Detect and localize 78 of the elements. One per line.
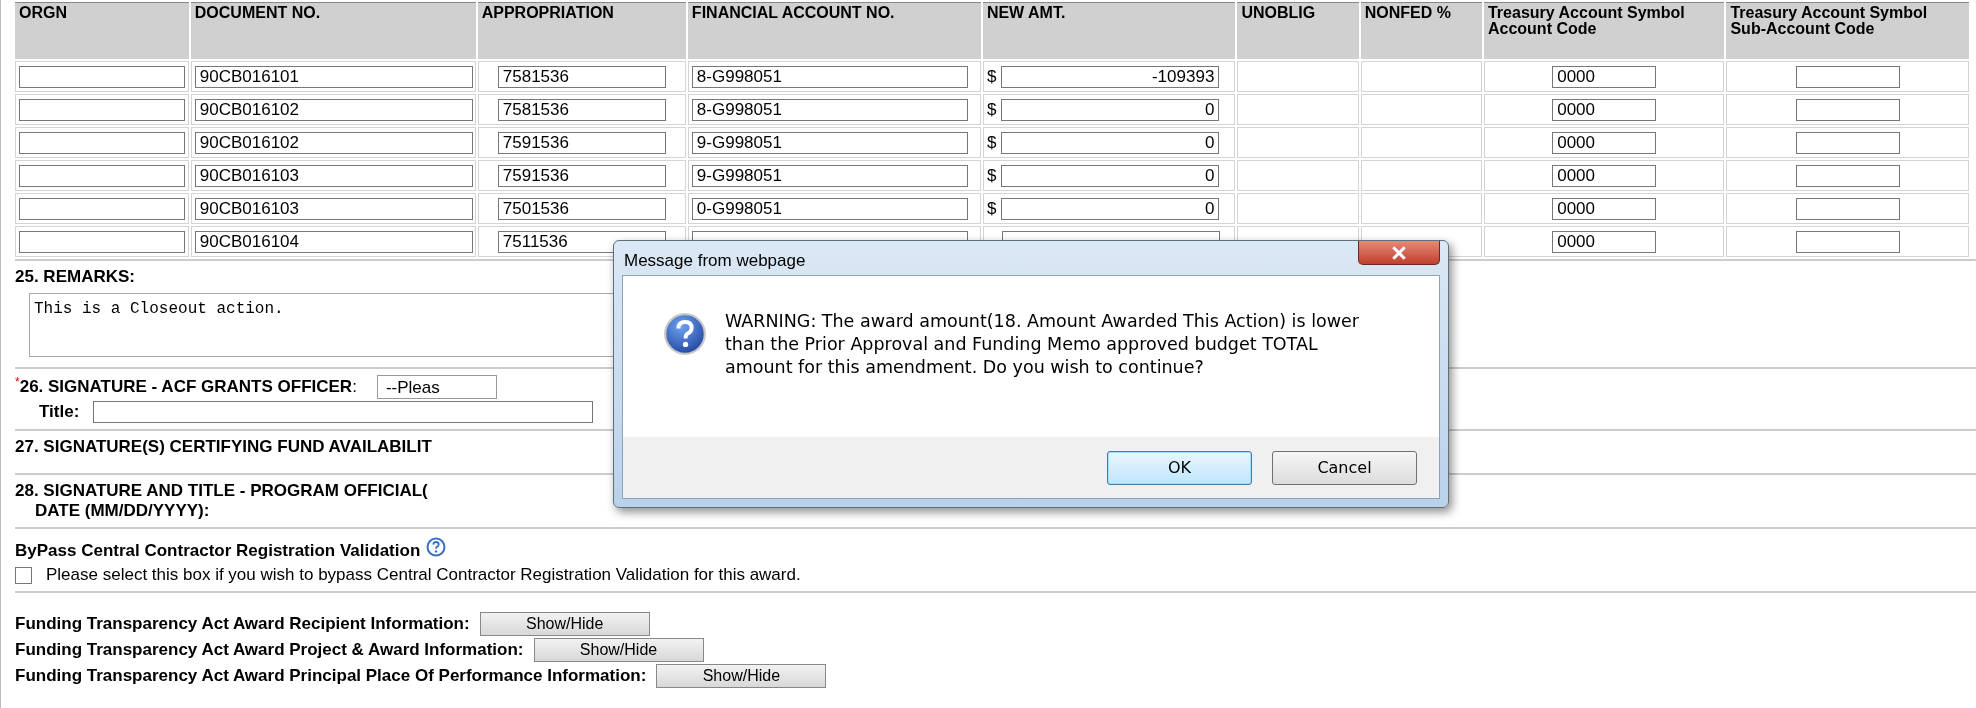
input-field[interactable]: 0000: [1552, 98, 1657, 121]
section-label: 25. REMARKS:: [15, 267, 136, 287]
input-field[interactable]: 90CB016102: [194, 131, 473, 154]
input-field[interactable]: 0: [1001, 197, 1220, 220]
input-field[interactable]: 0: [1001, 98, 1220, 121]
field-label: DATE (MM/DD/YYYY):: [34, 501, 211, 521]
currency-sign: $: [986, 198, 997, 219]
required-mark: *: [15, 375, 20, 389]
input-field[interactable]: 8-G998051: [691, 65, 968, 88]
section-label: Funding Transparency Act Award Principal Place Of Performance Information:: [15, 666, 647, 686]
column-header: Treasury Account Symbol Account Code: [1483, 2, 1725, 59]
section-label: ByPass Central Contractor Registration Validation: [15, 541, 421, 561]
input-field[interactable]: 0: [1001, 164, 1220, 187]
input-field[interactable]: 0-G998051: [691, 197, 968, 220]
section-label: 28. SIGNATURE AND TITLE - PROGRAM OFFICIAL(: [15, 481, 429, 501]
input-field[interactable]: 0000: [1552, 65, 1657, 88]
ok-button[interactable]: OK: [1107, 450, 1252, 485]
input-field[interactable]: 7581536: [497, 98, 666, 121]
officer-select[interactable]: --Pleas: [376, 375, 497, 399]
column-header: DOCUMENT NO.: [190, 2, 476, 59]
input-field[interactable]: [1795, 230, 1900, 253]
cancel-button[interactable]: Cancel: [1272, 450, 1417, 485]
checkbox-label: Please select this box if you wish to bypass Central Contractor Registration Validation for this award.: [46, 565, 801, 585]
section-label: 27. SIGNATURE(S) CERTIFYING FUND AVAILABILIT: [15, 437, 433, 457]
input-field[interactable]: 90CB016103: [194, 164, 473, 187]
input-field[interactable]: [19, 98, 185, 121]
show-hide-button[interactable]: Show/Hide: [479, 612, 650, 636]
input-field[interactable]: [1795, 164, 1900, 187]
currency-sign: $: [986, 99, 997, 120]
input-field[interactable]: 90CB016103: [194, 197, 473, 220]
column-header: NONFED %: [1360, 2, 1482, 59]
show-hide-button[interactable]: Show/Hide: [533, 638, 704, 662]
input-field[interactable]: 9-G998051: [691, 164, 968, 187]
section-label: Funding Transparency Act Award Recipient Information:: [15, 614, 470, 634]
column-header: APPROPRIATION: [477, 2, 686, 59]
column-header: FINANCIAL ACCOUNT NO.: [687, 2, 981, 59]
input-field[interactable]: [1795, 98, 1900, 121]
close-button[interactable]: [1358, 241, 1440, 265]
input-field[interactable]: 90CB016104: [194, 230, 473, 253]
column-header: NEW AMT.: [982, 2, 1236, 59]
input-field[interactable]: [19, 197, 185, 220]
input-field[interactable]: 9-G998051: [691, 131, 968, 154]
input-field[interactable]: 8-G998051: [691, 98, 968, 121]
input-field[interactable]: [1795, 65, 1900, 88]
show-hide-button[interactable]: Show/Hide: [656, 664, 827, 688]
input-field[interactable]: [93, 401, 594, 423]
checkbox[interactable]: [15, 566, 32, 584]
input-field[interactable]: 7501536: [497, 197, 666, 220]
input-field[interactable]: [19, 230, 185, 253]
input-field[interactable]: 7591536: [497, 164, 666, 187]
input-field[interactable]: -109393: [1001, 65, 1220, 88]
input-field[interactable]: 0000: [1552, 164, 1657, 187]
input-field[interactable]: [1795, 131, 1900, 154]
section-label: Funding Transparency Act Award Project & Award Information:: [15, 640, 524, 660]
input-field[interactable]: 7591536: [497, 131, 666, 154]
currency-sign: $: [986, 165, 997, 186]
dialog-title: Message from webpage: [623, 250, 806, 271]
input-field[interactable]: 0000: [1552, 230, 1657, 253]
field-label: Title:: [39, 402, 80, 422]
column-header: ORGN: [15, 2, 189, 59]
question-icon: [663, 312, 707, 356]
help-icon[interactable]: [426, 537, 447, 557]
input-field[interactable]: [19, 131, 185, 154]
input-field[interactable]: [19, 65, 185, 88]
close-icon: [1391, 245, 1407, 260]
currency-sign: $: [986, 66, 997, 87]
input-field[interactable]: 90CB016102: [194, 98, 473, 121]
input-field[interactable]: 7581536: [497, 65, 666, 88]
input-field[interactable]: [19, 164, 185, 187]
column-header: UNOBLIG: [1237, 2, 1359, 59]
input-field[interactable]: 0000: [1552, 131, 1657, 154]
column-header: Treasury Account Symbol Sub-Account Code: [1726, 2, 1969, 59]
input-field[interactable]: 90CB016101: [194, 65, 473, 88]
input-field[interactable]: 0: [1001, 131, 1220, 154]
input-field[interactable]: [1795, 197, 1900, 220]
input-field[interactable]: 0000: [1552, 197, 1657, 220]
currency-sign: $: [986, 132, 997, 153]
section-label: 26. SIGNATURE - ACF GRANTS OFFICER:: [19, 377, 357, 397]
